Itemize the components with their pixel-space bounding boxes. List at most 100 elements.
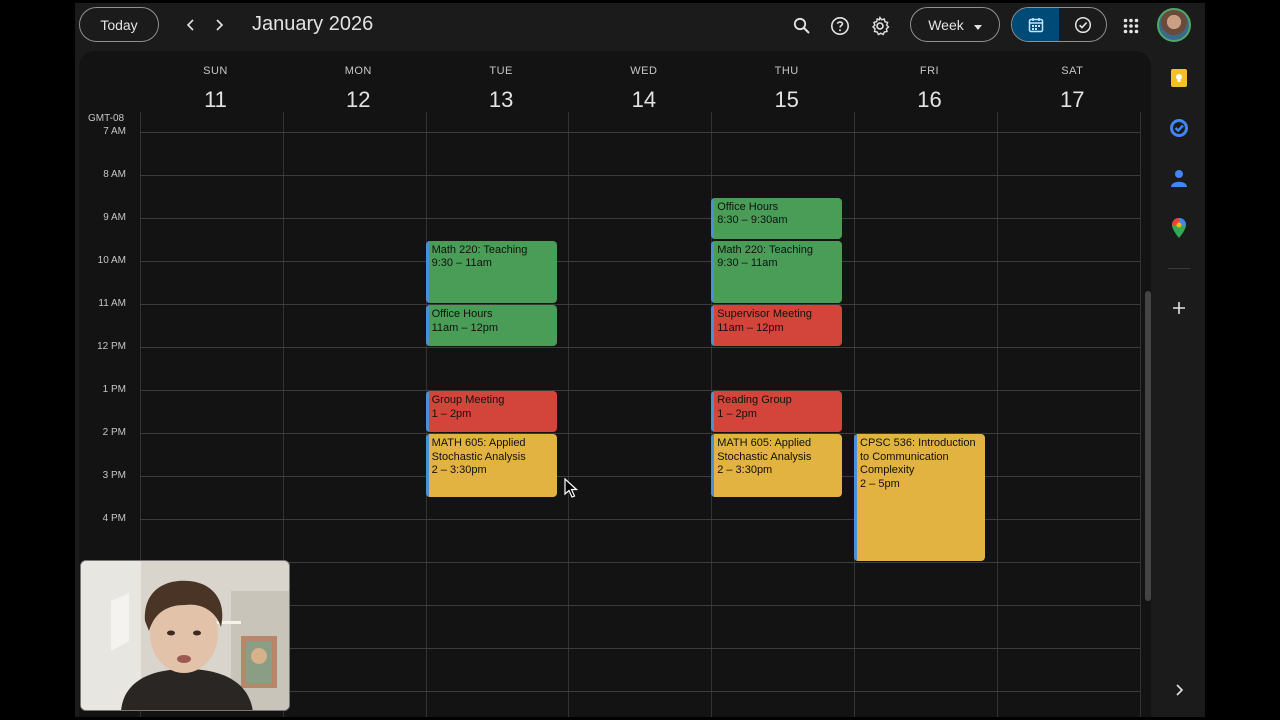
keep-icon[interactable]	[1167, 66, 1191, 90]
event-accent-strip	[711, 391, 715, 432]
hour-label: 4 PM	[102, 513, 126, 524]
day-of-week: MON	[344, 65, 372, 77]
event-card[interactable]: Math 220: Teaching 9:30 – 11am	[711, 240, 843, 303]
hour-label: 11 AM	[98, 298, 126, 309]
rail-divider	[1168, 268, 1190, 269]
day-of-week: THU	[774, 65, 799, 77]
today-button[interactable]: Today	[79, 7, 159, 42]
event-accent-strip	[425, 391, 429, 432]
event-title: Math 220: Teaching	[717, 243, 813, 256]
hour-label: 12 PM	[97, 341, 126, 352]
event-accent-strip	[854, 434, 857, 561]
event-title: Supervisor Meeting	[717, 308, 812, 320]
mouse-cursor	[564, 477, 579, 503]
event-card[interactable]: Math 220: Teaching 9:30 – 11am	[425, 240, 557, 303]
event-time: 8:30 – 9:30am	[717, 214, 788, 226]
caret-down-icon	[973, 17, 982, 33]
event-time: 1 – 2pm	[431, 407, 472, 420]
event-title: Office Hours	[717, 200, 779, 213]
event-card[interactable]: Group Meeting 1 – 2pm	[425, 391, 557, 432]
day-number[interactable]: 17	[1001, 87, 1144, 113]
hour-gridline	[140, 261, 1140, 262]
hour-gridline	[140, 175, 1140, 176]
calendar-icon[interactable]	[1012, 8, 1059, 41]
event-accent-strip	[711, 305, 715, 346]
search-icon[interactable]	[786, 10, 818, 42]
top-bar: Today January 2026 Week	[75, 3, 1205, 48]
event-accent-strip	[425, 434, 429, 497]
event-time: 1 – 2pm	[717, 407, 757, 420]
event-accent-strip	[425, 305, 429, 346]
event-time: 9:30 – 11am	[431, 257, 492, 269]
hour-gridline	[140, 519, 1140, 520]
event-card[interactable]: MATH 605: Applied Stochastic Analysis 2 –…	[425, 434, 557, 497]
add-icon[interactable]	[1167, 296, 1191, 320]
hour-gridline	[140, 132, 1140, 133]
hour-gridline	[140, 304, 1140, 305]
chevron-left-icon[interactable]	[178, 12, 204, 38]
calendar-tasks-toggle	[1011, 7, 1107, 42]
event-title: CPSC 536: Introduction to Communication …	[860, 437, 976, 476]
event-title: MATH 605: Applied Stochastic Analysis	[431, 437, 526, 463]
hour-label: 10 AM	[97, 255, 126, 266]
view-label: Week	[928, 16, 964, 33]
event-accent-strip	[711, 240, 715, 303]
event-accent-strip	[711, 197, 715, 239]
hour-gridline	[140, 648, 1140, 649]
day-column-divider	[568, 112, 570, 717]
event-card[interactable]: CPSC 536: Introduction to Communication …	[854, 434, 985, 561]
maps-icon[interactable]	[1167, 216, 1191, 240]
apps-grid-icon[interactable]	[1115, 10, 1147, 42]
hour-gridline	[140, 433, 1140, 434]
scrollbar[interactable]	[1145, 291, 1151, 601]
tasks-icon[interactable]	[1167, 116, 1191, 140]
hour-gridline	[140, 347, 1140, 348]
hour-label: 2 PM	[102, 427, 126, 438]
chevron-right-icon[interactable]	[206, 12, 232, 38]
event-title: Math 220: Teaching	[431, 243, 528, 256]
event-title: Office Hours	[431, 308, 493, 320]
day-number[interactable]: 13	[430, 87, 573, 113]
event-card[interactable]: Reading Group 1 – 2pm	[711, 391, 843, 432]
event-card[interactable]: MATH 605: Applied Stochastic Analysis 2 –…	[711, 434, 843, 497]
chevron-right-icon[interactable]	[1167, 678, 1191, 702]
event-time: 11am – 12pm	[431, 321, 499, 334]
hour-gridline	[140, 691, 1140, 692]
event-card[interactable]: Office Hours 11am – 12pm	[425, 305, 557, 346]
day-column-divider	[1139, 112, 1141, 717]
event-card[interactable]: Office Hours 8:30 – 9:30am	[711, 197, 843, 239]
event-time: 2 – 3:30pm	[431, 464, 487, 476]
hour-gridline	[140, 390, 1140, 391]
hour-gridline	[140, 218, 1140, 219]
view-selector[interactable]: Week	[910, 7, 1000, 42]
event-accent-strip	[425, 240, 429, 303]
day-column-divider	[996, 112, 998, 717]
event-accent-strip	[711, 434, 715, 497]
hour-label: 8 AM	[103, 169, 126, 180]
day-number[interactable]: 12	[287, 87, 430, 113]
day-of-week: TUE	[489, 65, 513, 77]
day-number[interactable]: 11	[144, 87, 287, 113]
hour-label: 7 AM	[103, 126, 126, 137]
day-of-week: SUN	[203, 65, 228, 77]
hour-gridline	[140, 605, 1140, 606]
contacts-icon[interactable]	[1167, 166, 1191, 190]
tasks-check-icon[interactable]	[1059, 8, 1106, 41]
day-number[interactable]: 16	[858, 87, 1001, 113]
event-time: 11am – 12pm	[717, 321, 784, 334]
day-number[interactable]: 14	[572, 87, 715, 113]
event-title: Group Meeting	[431, 394, 505, 406]
month-title: January 2026	[252, 13, 374, 35]
settings-icon[interactable]	[864, 10, 896, 42]
event-card[interactable]: Supervisor Meeting 11am – 12pm	[711, 305, 843, 346]
day-of-week: FRI	[919, 65, 940, 77]
hour-gridline	[140, 476, 1140, 477]
help-icon[interactable]	[824, 10, 856, 42]
day-number[interactable]: 15	[715, 87, 858, 113]
hour-label: 1 PM	[102, 384, 126, 395]
hour-label: 9 AM	[103, 212, 126, 223]
day-of-week: WED	[630, 65, 658, 77]
day-column-divider	[854, 112, 855, 717]
avatar[interactable]	[1157, 8, 1191, 42]
event-time: 2 – 5pm	[860, 477, 900, 490]
